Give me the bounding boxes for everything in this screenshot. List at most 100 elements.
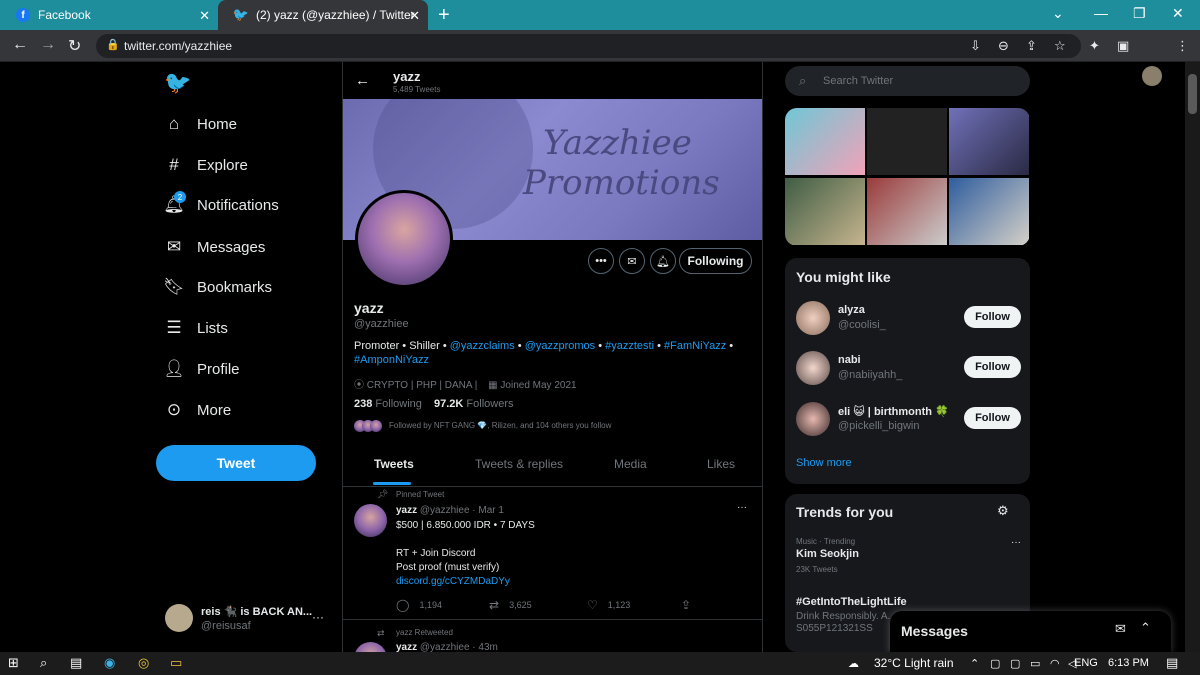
zoom-icon[interactable]: ⊖ <box>998 38 1009 54</box>
account-more-icon[interactable]: ··· <box>312 610 324 624</box>
tab-twitter[interactable]: 🐦 (2) yazz (@yazzhiee) / Twitter ✕ <box>218 0 428 30</box>
messages-drawer[interactable]: Messages ✉ ⌃ <box>890 611 1171 653</box>
back-arrow-icon[interactable]: ← <box>355 72 370 89</box>
media-preview-grid[interactable] <box>785 108 1030 246</box>
expand-icon[interactable]: ⌃ <box>1140 620 1151 636</box>
windows-start-icon[interactable]: ⊞ <box>8 655 19 671</box>
tray-app-icon[interactable]: ▢ <box>990 657 1000 670</box>
tab-facebook[interactable]: f Facebook ✕ <box>0 0 218 30</box>
new-message-icon[interactable]: ✉ <box>1115 621 1126 637</box>
search-box[interactable]: ⌕ Search Twitter <box>785 66 1030 96</box>
clock[interactable]: 6:13 PM <box>1108 657 1149 669</box>
profile-avatar[interactable] <box>355 190 453 288</box>
nav-explore[interactable]: # Explore <box>164 155 248 175</box>
following-button[interactable]: Following <box>679 248 752 274</box>
tray-app-icon[interactable]: ▢ <box>1010 657 1020 670</box>
media-thumbnail[interactable] <box>785 178 865 245</box>
star-icon[interactable]: ☆ <box>1054 38 1066 54</box>
language-indicator[interactable]: ENG <box>1074 657 1098 669</box>
bio-link[interactable]: @yazzclaims <box>450 340 515 352</box>
nav-notifications[interactable]: 🔔︎ 2 Notifications <box>163 191 279 215</box>
followers-link[interactable]: 97.2K Followers <box>434 398 514 410</box>
nav-more[interactable]: ⊙ More <box>164 400 231 420</box>
tab-likes[interactable]: Likes <box>707 457 735 471</box>
back-icon[interactable]: ← <box>12 36 28 54</box>
file-explorer-icon[interactable]: ▭ <box>170 655 182 671</box>
tab-media[interactable]: Media <box>614 457 647 471</box>
show-more-link[interactable]: Show more <box>796 457 852 469</box>
media-thumbnail[interactable] <box>949 178 1029 245</box>
media-thumbnail[interactable] <box>867 108 947 175</box>
tweet-more-icon[interactable]: ··· <box>737 502 747 513</box>
share-tweet-button[interactable]: ⇪ <box>681 598 701 612</box>
account-avatar[interactable] <box>165 604 193 632</box>
suggested-user[interactable]: nabi @nabiiyahh_ Follow <box>796 351 1021 391</box>
retweet-button[interactable]: ⇄ 3,625 <box>489 598 532 612</box>
pinned-tweet[interactable]: 📌︎ Pinned Tweet yazz @yazzhiee · Mar 1 ·… <box>343 484 762 620</box>
battery-icon[interactable]: ▭ <box>1030 657 1040 670</box>
media-thumbnail[interactable] <box>867 178 947 245</box>
nav-profile[interactable]: 👤︎ Profile <box>163 359 239 379</box>
settings-gear-icon[interactable]: ⚙ <box>997 503 1009 519</box>
minimize-icon[interactable]: — <box>1094 5 1108 21</box>
account-name[interactable]: reis 🐈‍⬛ is BACK AN... <box>201 605 312 618</box>
tab-tweets-replies[interactable]: Tweets & replies <box>475 457 563 471</box>
tweet-button[interactable]: Tweet <box>156 445 316 481</box>
notify-bell-icon[interactable]: 🔔︎ <box>650 248 676 274</box>
tweet-link[interactable]: discord.gg/cCYZMDaDYy <box>396 576 510 587</box>
tab-tweets[interactable]: Tweets <box>374 457 414 471</box>
restore-icon[interactable]: ❐ <box>1133 5 1146 22</box>
message-icon[interactable]: ✉ <box>619 248 645 274</box>
reload-icon[interactable]: ↻ <box>68 36 81 56</box>
search-input[interactable]: Search Twitter <box>823 75 893 87</box>
tab-search-icon[interactable]: ⌄ <box>1052 5 1064 22</box>
profile-avatar[interactable] <box>1142 66 1162 86</box>
bio-link[interactable]: @yazzpromos <box>525 340 595 352</box>
follow-button[interactable]: Follow <box>964 407 1021 429</box>
tray-chevron-icon[interactable]: ⌃ <box>970 657 979 670</box>
chrome-icon[interactable]: ◎ <box>138 655 149 671</box>
suggested-user[interactable]: alyza @coolisi_ Follow <box>796 301 1021 341</box>
scrollbar[interactable] <box>1185 62 1200 652</box>
close-window-icon[interactable]: ✕ <box>1172 5 1184 22</box>
install-icon[interactable]: ⇩ <box>970 38 981 54</box>
wifi-icon[interactable]: ◠ <box>1050 657 1060 670</box>
nav-lists[interactable]: ☰ Lists <box>164 318 227 338</box>
task-view-icon[interactable]: ▤ <box>70 655 82 671</box>
reply-button[interactable]: ◯ 1,194 <box>396 598 442 612</box>
more-options-icon[interactable]: ••• <box>588 248 614 274</box>
followed-by-text[interactable]: Followed by NFT GANG 💎, Rilizen, and 104… <box>389 421 611 430</box>
tweet-avatar[interactable] <box>354 642 387 652</box>
weather-text[interactable]: 32°C Light rain <box>874 656 954 670</box>
notifications-center-icon[interactable]: ▤ <box>1166 655 1178 671</box>
trend-more-icon[interactable]: ··· <box>1011 537 1021 548</box>
media-thumbnail[interactable] <box>785 108 865 175</box>
new-tab-icon[interactable]: + <box>438 4 450 27</box>
media-thumbnail[interactable] <box>949 108 1029 175</box>
nav-messages[interactable]: ✉ Messages <box>164 237 266 257</box>
search-icon[interactable]: ⌕ <box>40 655 47 671</box>
bio-link[interactable]: #FamNiYazz <box>664 340 726 352</box>
forward-icon[interactable]: → <box>40 36 56 54</box>
trend-item[interactable]: Music · Trending Kim Seokjin 23K Tweets … <box>796 537 1021 574</box>
twitter-logo-icon[interactable]: 🐦 <box>164 70 191 96</box>
nav-bookmarks[interactable]: 🔖︎ Bookmarks <box>163 277 272 297</box>
sidepanel-icon[interactable]: ▣ <box>1117 38 1129 54</box>
close-tab-icon[interactable]: ✕ <box>199 8 210 24</box>
extensions-icon[interactable]: ✦ <box>1089 38 1100 54</box>
share-icon[interactable]: ⇪ <box>1026 38 1037 54</box>
like-button[interactable]: ♡ 1,123 <box>587 598 630 612</box>
menu-icon[interactable]: ⋮ <box>1176 38 1189 54</box>
bio-link[interactable]: #AmponNiYazz <box>354 354 429 366</box>
address-bar[interactable]: 🔒 twitter.com/yazzhiee <box>96 34 1081 58</box>
scrollbar-thumb[interactable] <box>1188 74 1197 114</box>
nav-home[interactable]: ⌂ Home <box>164 114 237 134</box>
follow-button[interactable]: Follow <box>964 356 1021 378</box>
bio-link[interactable]: #yazztesti <box>605 340 654 352</box>
edge-icon[interactable]: ◉ <box>104 655 115 671</box>
follow-button[interactable]: Follow <box>964 306 1021 328</box>
following-link[interactable]: 238 Following <box>354 398 422 410</box>
suggested-user[interactable]: eli 😺 | birthmonth 🍀 @pickelli_bigwin Fo… <box>796 402 1021 442</box>
tweet-avatar[interactable] <box>354 504 387 537</box>
close-tab-icon[interactable]: ✕ <box>409 8 420 24</box>
